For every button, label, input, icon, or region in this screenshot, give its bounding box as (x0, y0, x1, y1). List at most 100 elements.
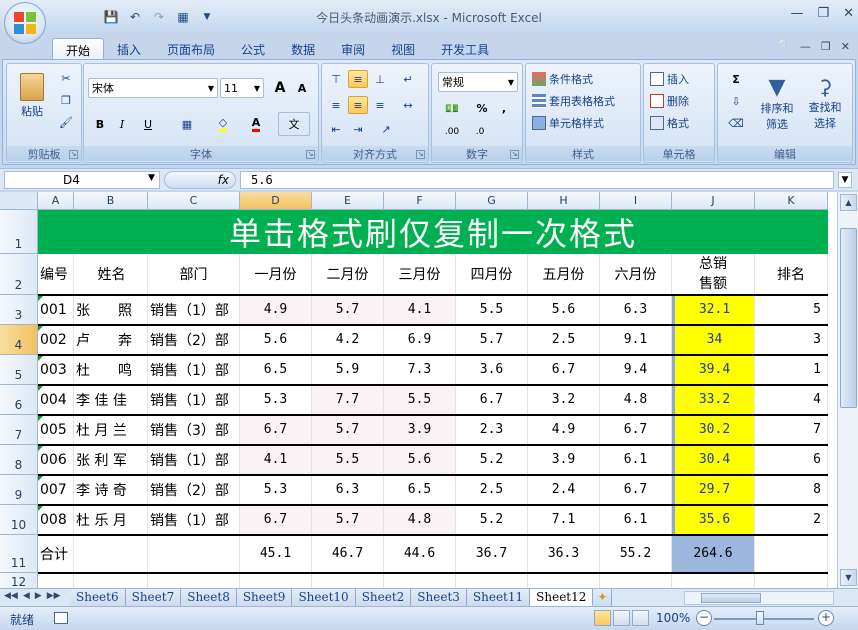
header-k[interactable]: 排名 (755, 254, 828, 295)
shrink-font-button[interactable]: A (292, 78, 312, 98)
sheet-tab-sheet7[interactable]: Sheet7 (125, 589, 182, 606)
sheet-tab-sheet12[interactable]: Sheet12 (530, 589, 594, 606)
cell-grand-total[interactable]: 264.6 (672, 535, 755, 573)
align-top-icon[interactable]: ⊤ (326, 70, 346, 88)
cell-month-3[interactable]: 6.9 (384, 325, 456, 355)
cell-month-1[interactable]: 5.3 (240, 475, 312, 505)
horizontal-scroll-thumb[interactable] (701, 593, 761, 603)
percent-button[interactable]: % (472, 98, 492, 118)
find-select-button[interactable]: ⚳ 查找和 选择 (802, 70, 848, 136)
tab-review[interactable]: 审阅 (328, 38, 378, 60)
tab-insert[interactable]: 插入 (104, 38, 154, 60)
header-total-sales[interactable]: 总销 售额 (672, 254, 755, 295)
currency-icon[interactable]: 💵 (438, 98, 466, 118)
row-header-5[interactable]: 5 (0, 355, 38, 385)
delete-cells-button[interactable]: 删除 (650, 92, 712, 110)
row-header-4[interactable]: 4 (0, 325, 38, 355)
wb-close-icon[interactable]: ✕ (841, 40, 850, 53)
cell-month-5[interactable]: 4.9 (528, 415, 600, 445)
prev-sheet-icon[interactable]: ◀ (23, 591, 30, 601)
cell-empty[interactable] (148, 535, 240, 573)
cell-empty[interactable] (312, 573, 384, 588)
column-header-k[interactable]: K (755, 192, 828, 210)
cell-month-6[interactable]: 9.1 (600, 325, 672, 355)
cell-month-6[interactable]: 6.1 (600, 445, 672, 475)
cell-total-month-2[interactable]: 46.7 (312, 535, 384, 573)
cell-total[interactable]: 30.4 (672, 445, 755, 475)
row-header-7[interactable]: 7 (0, 415, 38, 445)
cell-empty[interactable] (38, 573, 74, 588)
cell-month-4[interactable]: 5.7 (456, 325, 528, 355)
cell-month-4[interactable]: 5.2 (456, 505, 528, 535)
tab-view[interactable]: 视图 (378, 38, 428, 60)
cell-month-6[interactable]: 6.7 (600, 475, 672, 505)
column-header-h[interactable]: H (528, 192, 600, 210)
last-sheet-icon[interactable]: ▶▶ (47, 591, 61, 601)
tab-data[interactable]: 数据 (278, 38, 328, 60)
worksheet-grid[interactable]: A B C D E F G H I J K 1 2 3 4 5 6 7 8 9 10 11 12 单击格式刷仅复制一次格式 编号… (0, 192, 837, 588)
header-d[interactable]: 一月份 (240, 254, 312, 295)
sheet-tab-sheet3[interactable]: Sheet3 (411, 589, 467, 606)
cell-empty[interactable] (755, 573, 828, 588)
column-header-b[interactable]: B (74, 192, 148, 210)
cell-month-6[interactable]: 6.1 (600, 505, 672, 535)
zoom-level[interactable]: 100% (656, 611, 690, 625)
office-button[interactable] (4, 2, 46, 44)
macro-record-icon[interactable] (54, 612, 68, 624)
column-header-d[interactable]: D (240, 192, 312, 210)
cell-month-2[interactable]: 5.7 (312, 415, 384, 445)
cell-rank[interactable]: 7 (755, 415, 828, 445)
number-launcher-icon[interactable]: ↘ (510, 150, 519, 159)
select-all-corner[interactable] (0, 192, 38, 210)
underline-button[interactable]: U (134, 114, 162, 134)
cell-month-5[interactable]: 5.6 (528, 295, 600, 325)
column-header-c[interactable]: C (148, 192, 240, 210)
cell-total-month-4[interactable]: 36.7 (456, 535, 528, 573)
close-icon[interactable]: ✕ (843, 6, 854, 21)
header-g[interactable]: 四月份 (456, 254, 528, 295)
cell-rank[interactable]: 5 (755, 295, 828, 325)
orientation-icon[interactable]: ↗ (372, 120, 400, 138)
align-right-icon[interactable]: ≡ (370, 96, 390, 114)
sheet-tab-sheet2[interactable]: Sheet2 (355, 589, 412, 606)
header-e[interactable]: 二月份 (312, 254, 384, 295)
cell-month-1[interactable]: 4.9 (240, 295, 312, 325)
cell-total[interactable]: 39.4 (672, 355, 755, 385)
cell-month-3[interactable]: 5.6 (384, 445, 456, 475)
align-middle-icon[interactable]: ≡ (348, 70, 368, 88)
cell-month-1[interactable]: 6.7 (240, 505, 312, 535)
cell-styles-button[interactable]: 单元格样式 (532, 114, 638, 132)
cell-month-4[interactable]: 5.2 (456, 445, 528, 475)
phonetic-button[interactable]: 文 (278, 112, 310, 136)
align-left-icon[interactable]: ≡ (326, 96, 346, 114)
wb-minimize-icon[interactable]: — (800, 40, 811, 53)
font-launcher-icon[interactable]: ↘ (306, 150, 315, 159)
cell-total[interactable]: 32.1 (672, 295, 755, 325)
cell-total[interactable]: 34 (672, 325, 755, 355)
cell-month-6[interactable]: 9.4 (600, 355, 672, 385)
cell-month-5[interactable]: 3.9 (528, 445, 600, 475)
cell-month-6[interactable]: 6.3 (600, 295, 672, 325)
cell-dept[interactable]: 销售（1）部 (148, 295, 240, 325)
cell-month-4[interactable]: 2.3 (456, 415, 528, 445)
cell-month-5[interactable]: 2.5 (528, 325, 600, 355)
vertical-scrollbar[interactable]: ▲ ▼ (837, 192, 858, 588)
cell-empty[interactable] (384, 573, 456, 588)
sheet-title[interactable]: 单击格式刷仅复制一次格式 (38, 210, 828, 254)
scroll-down-icon[interactable]: ▼ (840, 569, 857, 586)
cell-name[interactable]: 李 佳 佳 (74, 385, 148, 415)
restore-icon[interactable]: ❐ (817, 6, 829, 21)
font-color-button[interactable]: A (242, 114, 270, 134)
wb-restore-icon[interactable]: ❐ (821, 40, 831, 53)
minimize-icon[interactable]: — (790, 6, 803, 21)
cell-total[interactable]: 33.2 (672, 385, 755, 415)
cell-month-4[interactable]: 6.7 (456, 385, 528, 415)
cell-name[interactable]: 张 利 军 (74, 445, 148, 475)
cell-total[interactable]: 29.7 (672, 475, 755, 505)
number-format-select[interactable]: 常规 ▼ (438, 72, 518, 92)
cell-month-2[interactable]: 5.7 (312, 505, 384, 535)
zoom-slider-track[interactable] (714, 618, 814, 620)
cell-month-1[interactable]: 5.6 (240, 325, 312, 355)
cell-month-1[interactable]: 6.7 (240, 415, 312, 445)
cell-dept[interactable]: 销售（3）部 (148, 415, 240, 445)
